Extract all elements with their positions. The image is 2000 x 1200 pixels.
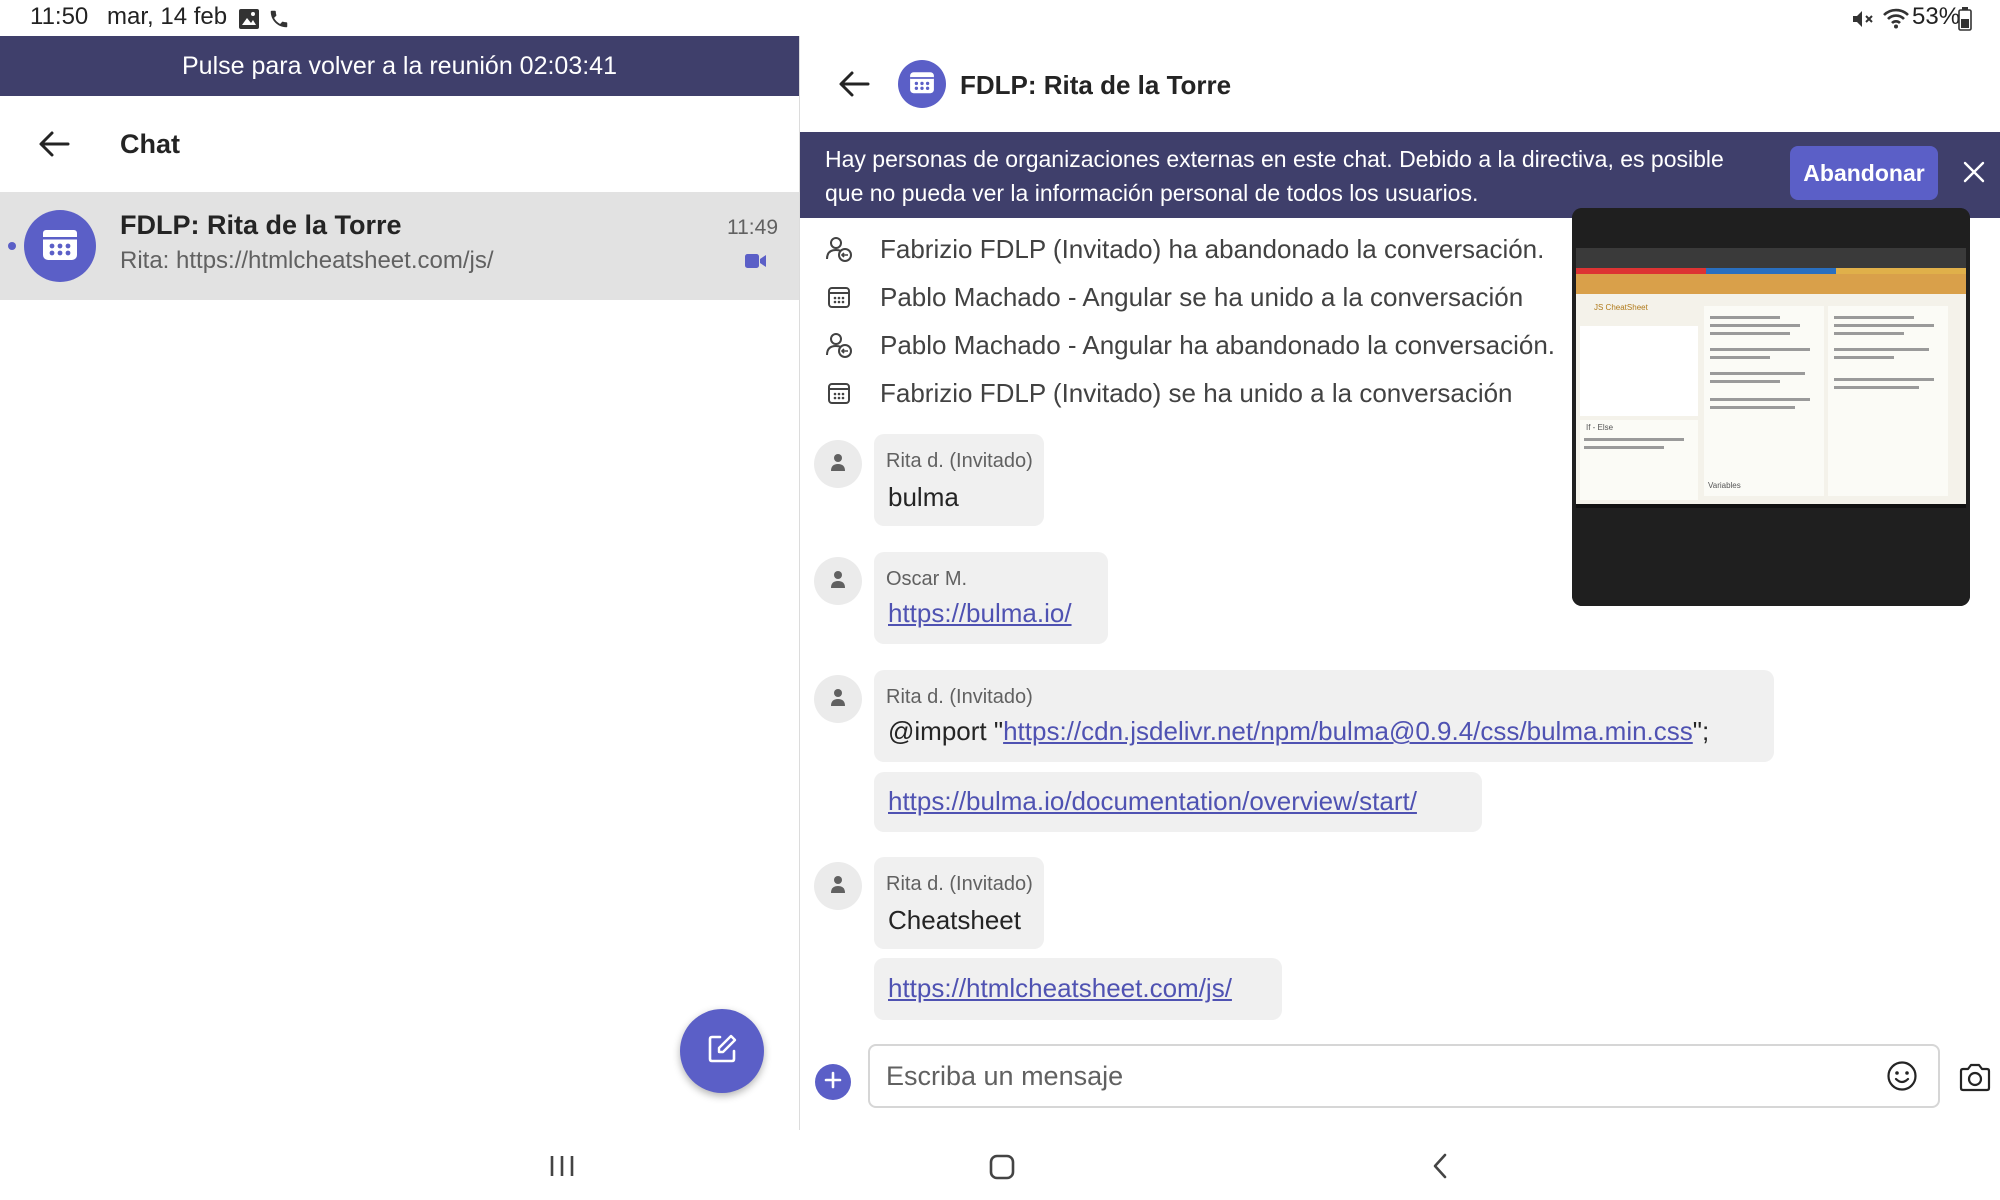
calendar-icon: [822, 376, 856, 410]
shared-screen-thumbnail: JS CheatSheet If - Else Variables: [1572, 208, 1970, 606]
message-sender: Rita d. (Invitado): [886, 873, 1033, 895]
person-icon: [828, 452, 848, 477]
system-event-text: Pablo Machado - Angular se ha unido a la…: [880, 281, 1524, 312]
close-icon: [1962, 160, 1986, 189]
conversation-header: FDLP: Rita de la Torre: [800, 36, 2000, 132]
avatar[interactable]: [814, 675, 862, 723]
message-link[interactable]: https://bulma.io/: [888, 598, 1072, 629]
video-call-icon: [745, 253, 767, 274]
external-users-banner: Hay personas de organizaciones externas …: [800, 132, 2000, 218]
mute-icon: [1850, 7, 1874, 36]
system-event: Fabrizio FDLP (Invitado) ha abandonado l…: [822, 229, 1544, 269]
message-bubble[interactable]: Rita d. (Invitado) bulma: [874, 434, 1044, 526]
battery-percent: 53%: [1912, 3, 1961, 30]
status-bar: 11:50 mar, 14 feb 53%: [0, 0, 2000, 36]
message-content: @import "https://cdn.jsdelivr.net/npm/bu…: [888, 716, 1709, 747]
conversation-title: FDLP: Rita de la Torre: [960, 70, 1232, 100]
message-link[interactable]: https://cdn.jsdelivr.net/npm/bulma@0.9.4…: [1003, 716, 1693, 746]
chat-list-item[interactable]: FDLP: Rita de la Torre Rita: https://htm…: [0, 192, 799, 300]
add-attachment-button[interactable]: [815, 1064, 851, 1100]
shared-screen-section: Variables: [1708, 481, 1741, 490]
back-arrow-icon[interactable]: [36, 126, 72, 167]
person-left-icon: [822, 328, 856, 362]
page-title: Chat: [120, 129, 180, 159]
person-icon: [828, 874, 848, 899]
status-date: mar, 14 feb: [107, 3, 228, 30]
recent-apps-icon[interactable]: [548, 1154, 576, 1183]
system-event-text: Fabrizio FDLP (Invitado) ha abandonado l…: [880, 233, 1545, 264]
system-event: Pablo Machado - Angular ha abandonado la…: [822, 325, 1555, 365]
external-banner-text: Hay personas de organizaciones externas …: [825, 146, 1724, 206]
person-icon: [828, 569, 848, 594]
message-link[interactable]: https://bulma.io/documentation/overview/…: [888, 786, 1417, 817]
message-bubble[interactable]: Rita d. (Invitado) @import "https://cdn.…: [874, 670, 1774, 762]
chat-item-title: FDLP: Rita de la Torre: [120, 210, 402, 240]
phone-icon: [268, 8, 290, 35]
chat-list-header: Chat: [0, 96, 799, 192]
chat-item-time: 11:49: [727, 216, 778, 239]
message-bubble[interactable]: https://htmlcheatsheet.com/js/: [874, 958, 1282, 1020]
back-nav-icon[interactable]: [1428, 1152, 1452, 1185]
meeting-banner-text: Pulse para volver a la reunión 02:03:41: [181, 51, 617, 80]
message-text: @import ": [888, 716, 1004, 746]
avatar[interactable]: [814, 557, 862, 605]
chat-item-preview: Rita: https://htmlcheatsheet.com/js/: [120, 247, 494, 274]
new-chat-button[interactable]: [680, 1009, 764, 1093]
message-text: bulma: [888, 482, 959, 512]
system-event-text: Fabrizio FDLP (Invitado) se ha unido a l…: [880, 377, 1513, 408]
message-composer: [868, 1044, 1940, 1108]
back-arrow-icon[interactable]: [836, 66, 872, 107]
system-event: Fabrizio FDLP (Invitado) se ha unido a l…: [822, 373, 1513, 413]
message-input[interactable]: [886, 1046, 1846, 1106]
home-icon[interactable]: [988, 1154, 1016, 1185]
shared-screen-title: JS CheatSheet: [1594, 303, 1649, 312]
system-event: Pablo Machado - Angular se ha unido a la…: [822, 277, 1523, 317]
calendar-icon: [822, 280, 856, 314]
conversation-avatar: [898, 60, 946, 108]
message-bubble[interactable]: Oscar M. https://bulma.io/: [874, 552, 1108, 644]
calendar-icon: [908, 68, 936, 101]
message-text: Cheatsheet: [888, 905, 1021, 935]
avatar[interactable]: [814, 440, 862, 488]
message-text: ";: [1692, 716, 1710, 746]
unread-dot: [8, 242, 16, 250]
message-bubble[interactable]: Rita d. (Invitado) Cheatsheet: [874, 857, 1044, 949]
close-banner-button[interactable]: [1952, 152, 1996, 196]
emoji-icon[interactable]: [1886, 1060, 1918, 1097]
meeting-avatar: [24, 210, 96, 282]
return-to-meeting-banner[interactable]: Pulse para volver a la reunión 02:03:41: [0, 36, 799, 96]
shared-screen-video[interactable]: JS CheatSheet If - Else Variables: [1572, 208, 1970, 606]
person-icon: [828, 687, 848, 712]
avatar[interactable]: [814, 862, 862, 910]
compose-icon: [705, 1032, 739, 1071]
person-left-icon: [822, 232, 856, 266]
shared-screen-section: If - Else: [1586, 423, 1614, 432]
message-bubble[interactable]: https://bulma.io/documentation/overview/…: [874, 772, 1482, 832]
message-link[interactable]: https://htmlcheatsheet.com/js/: [888, 973, 1232, 1004]
message-sender: Rita d. (Invitado): [886, 686, 1033, 708]
system-navigation-bar: [0, 1130, 2000, 1200]
gallery-icon: [238, 8, 260, 35]
leave-button[interactable]: Abandonar: [1790, 146, 1938, 200]
camera-icon[interactable]: [1958, 1062, 1992, 1099]
message-sender: Rita d. (Invitado): [886, 450, 1033, 472]
system-event-text: Pablo Machado - Angular ha abandonado la…: [880, 329, 1556, 360]
calendar-icon: [40, 224, 80, 269]
wifi-icon: [1882, 6, 1910, 35]
status-time: 11:50: [30, 3, 89, 30]
battery-icon: [1958, 7, 1972, 36]
message-sender: Oscar M.: [886, 568, 968, 590]
plus-icon: [823, 1070, 843, 1095]
